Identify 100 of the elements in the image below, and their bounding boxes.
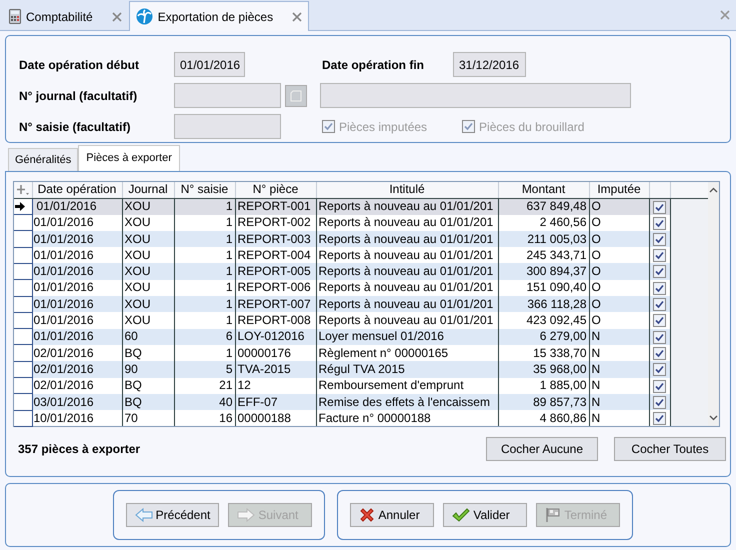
table-cell: REPORT-006: [235, 280, 316, 296]
input-field[interactable]: [174, 83, 281, 108]
checkbox[interactable]: [653, 380, 666, 393]
checkbox[interactable]: [653, 232, 666, 246]
table-cell: Remboursement d'emprunt: [316, 378, 498, 394]
table-cell: REPORT-002: [235, 214, 316, 231]
table-cell: O: [589, 296, 649, 312]
table-cell: 35 968,00: [498, 361, 589, 378]
table-cell: XOU: [122, 214, 174, 231]
table-cell: 1 885,00: [498, 378, 589, 394]
close-icon: [720, 10, 730, 20]
select-button[interactable]: Cocher Aucune: [486, 437, 598, 461]
table-cell: 1: [174, 198, 235, 215]
right-arrow-icon: [237, 507, 256, 523]
table-cell: EFF-07: [235, 394, 316, 410]
field-label: Date opération début: [19, 56, 140, 74]
wizard-button[interactable]: Valider: [443, 503, 528, 527]
table-cell: Loyer mensuel 01/2016: [316, 328, 498, 345]
column-header[interactable]: Imputée: [589, 182, 649, 198]
column-header[interactable]: Journal: [122, 182, 174, 198]
table-cell: 1: [174, 214, 235, 231]
column-header[interactable]: Montant: [498, 182, 589, 198]
table-cell: N: [589, 378, 649, 394]
date-field[interactable]: 31/12/2016: [453, 52, 526, 77]
calculator-icon: [9, 9, 21, 24]
wizard-button[interactable]: Annuler: [350, 503, 434, 527]
close-icon: [112, 12, 122, 22]
table-cell: 1: [174, 230, 235, 248]
table-cell: 1: [174, 247, 235, 264]
input-field[interactable]: [320, 83, 631, 108]
checkbox[interactable]: [653, 396, 666, 409]
table-cell: 01/01/2016: [32, 312, 122, 329]
table-cell: 366 118,28: [498, 296, 589, 312]
input-field[interactable]: [174, 114, 281, 139]
column-header[interactable]: Date opération: [32, 182, 122, 198]
checkbox[interactable]: [653, 298, 666, 312]
table-cell: Règlement n° 00000165: [316, 344, 498, 362]
table-cell: 637 849,48: [498, 198, 589, 215]
table-cell: Facture n° 00000188: [316, 410, 498, 426]
table-cell: XOU: [122, 296, 174, 312]
table-cell: Reports à nouveau au 01/01/201: [316, 198, 498, 215]
table-cell: 01/01/2016: [32, 280, 122, 296]
checkbox[interactable]: [653, 330, 666, 344]
tab[interactable]: Pièces à exporter: [78, 144, 180, 171]
table-cell: 4 860,86: [498, 410, 589, 426]
table-cell: N: [589, 410, 649, 426]
table-cell: O: [589, 214, 649, 231]
table-cell: 211 005,03: [498, 230, 589, 248]
table-cell: Reports à nouveau au 01/01/201: [316, 312, 498, 329]
table-cell: 03/01/2016: [32, 394, 122, 410]
cross-icon: [359, 507, 376, 523]
table-cell: 10/01/2016: [32, 410, 122, 426]
document-tab[interactable]: Exportation de pièces: [128, 1, 310, 31]
column-header[interactable]: N° saisie: [174, 182, 235, 198]
table-cell: O: [589, 230, 649, 248]
checkbox[interactable]: [653, 200, 666, 214]
table-cell: 21: [174, 378, 235, 394]
column-header[interactable]: N° pièce: [235, 182, 316, 198]
tab[interactable]: Généralités: [8, 148, 78, 171]
table-cell: 01/01/2016: [32, 198, 122, 215]
checkbox-label: Pièces du brouillard: [479, 118, 584, 136]
table-cell: Reports à nouveau au 01/01/201: [316, 247, 498, 264]
date-field[interactable]: 01/01/2016: [174, 52, 245, 77]
checkbox[interactable]: [653, 314, 666, 328]
select-button[interactable]: Cocher Toutes: [614, 437, 726, 461]
table-cell: 01/01/2016: [32, 247, 122, 264]
column-header[interactable]: Intitulé: [316, 182, 498, 198]
left-arrow-icon: [134, 507, 153, 523]
table-cell: REPORT-005: [235, 263, 316, 280]
table-cell: 00000188: [235, 410, 316, 426]
checkbox[interactable]: [653, 282, 666, 295]
checkmark-icon: [452, 507, 470, 523]
table-cell: XOU: [122, 198, 174, 215]
table-cell: 6 279,00: [498, 328, 589, 345]
add-icon: [16, 184, 30, 196]
table-cell: 00000176: [235, 344, 316, 362]
row-pointer-icon: [14, 200, 26, 212]
checkbox[interactable]: [653, 265, 666, 278]
table-cell: 16: [174, 410, 235, 426]
item-count: 357 pièces à exporter: [18, 441, 140, 458]
table-cell: 1: [174, 280, 235, 296]
palm-icon: [136, 8, 153, 25]
checkbox[interactable]: [653, 346, 666, 360]
wizard-button[interactable]: Précédent: [126, 503, 220, 527]
field-label: N° saisie (facultatif): [19, 118, 132, 136]
checkbox[interactable]: [653, 363, 666, 376]
table-cell: N: [589, 344, 649, 362]
document-tab[interactable]: Comptabilité: [2, 2, 129, 30]
table-cell: 90: [122, 361, 174, 378]
flag-icon: [545, 507, 562, 523]
table-cell: 6: [174, 328, 235, 345]
table-cell: XOU: [122, 280, 174, 296]
table-cell: Reports à nouveau au 01/01/201: [316, 230, 498, 248]
table-cell: 423 092,45: [498, 312, 589, 329]
table-cell: 5: [174, 361, 235, 378]
checkbox[interactable]: [653, 412, 666, 426]
checkbox[interactable]: [653, 216, 666, 230]
checkbox[interactable]: [653, 249, 666, 262]
table-cell: O: [589, 312, 649, 329]
table-cell: O: [589, 280, 649, 296]
